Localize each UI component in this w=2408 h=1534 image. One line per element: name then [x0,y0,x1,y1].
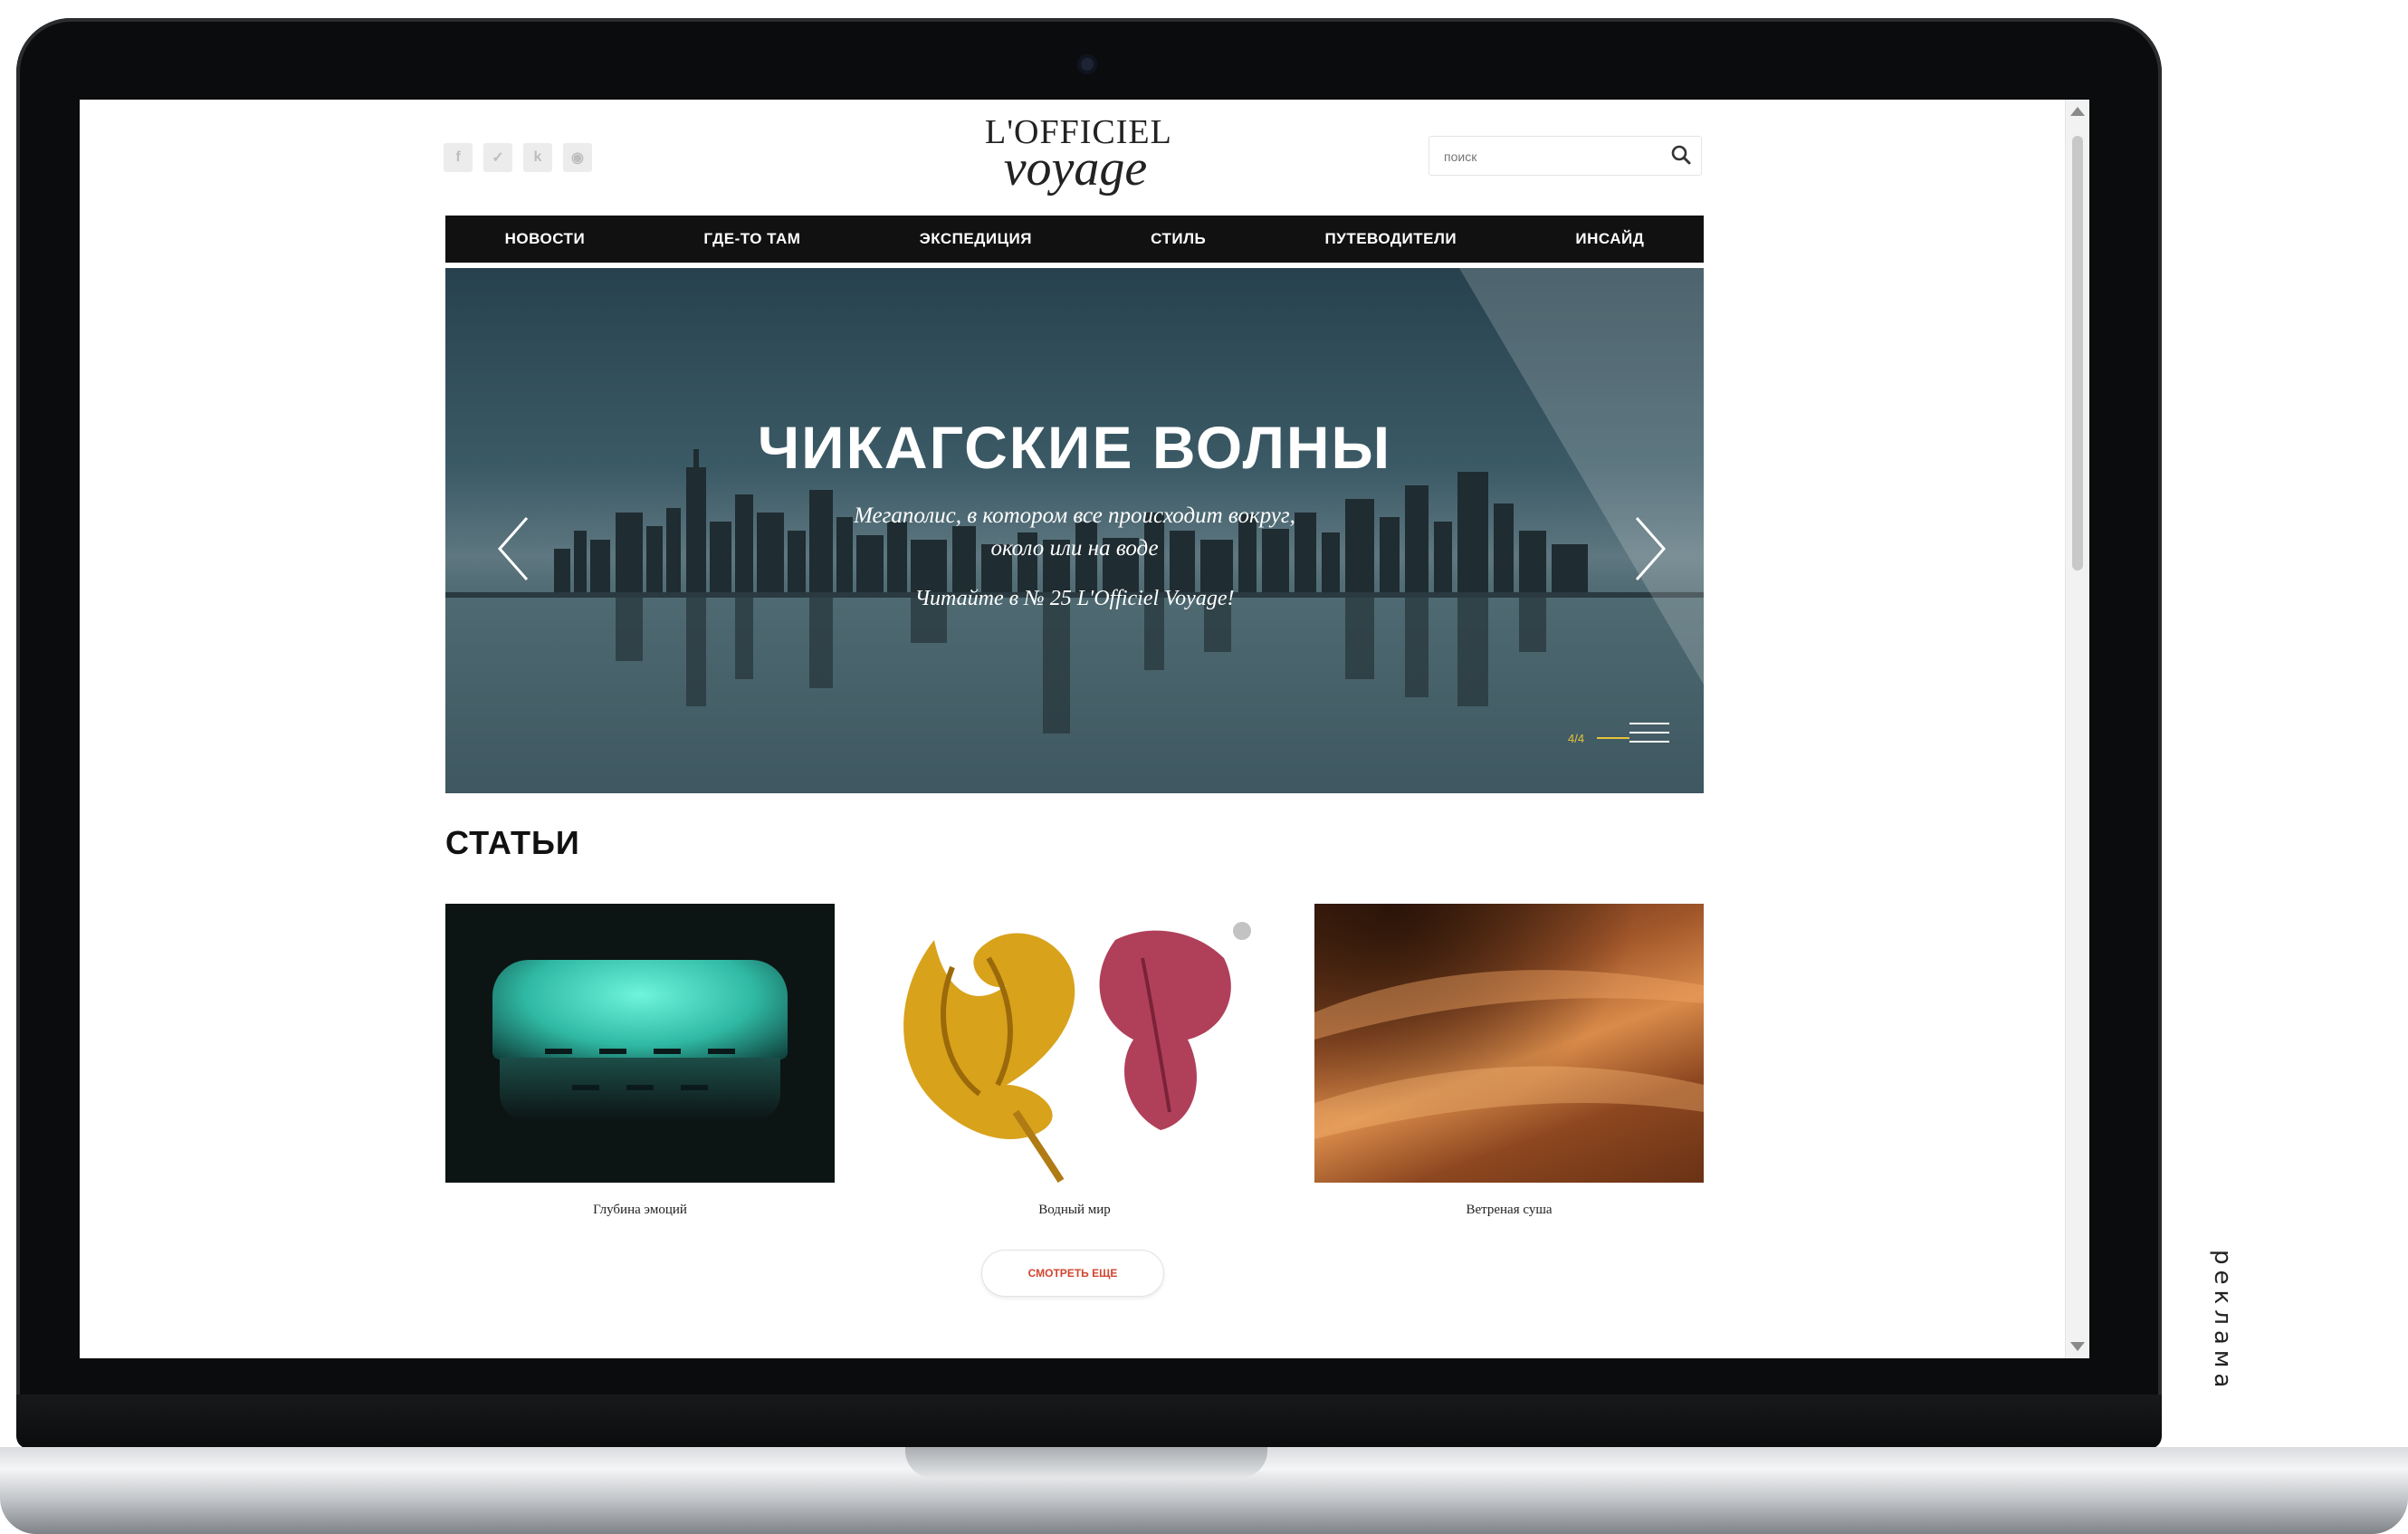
site-logo[interactable]: L'OFFICIEL voyage [985,112,1171,203]
laptop-notch [905,1447,1267,1478]
browser-screen: f ✓ k ◉ L'OFFICIEL voyage НОВОСТИ ГДЕ-ТО… [80,100,2089,1358]
ad-label: реклама [2209,1250,2236,1394]
hero-slider[interactable]: ЧИКАГСКИЕ ВОЛНЫ Мегаполис, в котором все… [445,268,1704,793]
article-card[interactable]: Водный мир [880,904,1269,1218]
nav-item-expedition[interactable]: ЭКСПЕДИЦИЯ [920,230,1032,248]
facebook-icon[interactable]: f [444,143,473,172]
instagram-icon[interactable]: ◉ [563,143,592,172]
odnoklassniki-icon[interactable]: k [523,143,552,172]
search-input[interactable] [1442,142,1654,171]
articles-title: СТАТЬИ [445,824,580,861]
main-nav: НОВОСТИ ГДЕ-ТО ТАМ ЭКСПЕДИЦИЯ СТИЛЬ ПУТЕ… [445,216,1704,268]
article-image-seaweed[interactable] [880,904,1269,1183]
scroll-up-icon[interactable] [2070,107,2085,116]
nav-item-news[interactable]: НОВОСТИ [505,230,586,248]
slide-counter: 4/4 [1568,732,1585,745]
search-box [1429,136,1702,176]
social-icons: f ✓ k ◉ [444,143,592,172]
chevron-right-icon[interactable] [1628,513,1673,585]
nav-item-inside[interactable]: ИНСАЙД [1575,230,1644,248]
menu-icon[interactable] [1629,723,1669,750]
nav-item-guides[interactable]: ПУТЕВОДИТЕЛИ [1325,230,1457,248]
show-more-button[interactable]: СМОТРЕТЬ ЕЩЕ [981,1250,1164,1297]
hero-subtitle: Мегаполис, в котором все происходит вокр… [854,503,1295,561]
article-image-dune[interactable] [1314,904,1704,1183]
hero-title[interactable]: ЧИКАГСКИЕ ВОЛНЫ [445,413,1704,482]
nav-item-somewhere[interactable]: ГДЕ-ТО ТАМ [703,230,800,248]
vk-icon[interactable]: ✓ [483,143,512,172]
laptop-chin [16,1395,2162,1449]
scroll-down-icon[interactable] [2070,1342,2085,1351]
scroll-thumb[interactable] [2072,136,2083,570]
slide-progress [1597,737,1629,739]
nav-item-style[interactable]: СТИЛЬ [1151,230,1206,248]
article-image-deep[interactable] [445,904,835,1183]
camera [1077,54,1097,74]
search-icon[interactable] [1668,142,1694,168]
article-card[interactable]: Ветреная суша [1314,904,1704,1218]
article-caption[interactable]: Водный мир [880,1203,1269,1218]
article-card[interactable]: Глубина эмоций [445,904,835,1218]
hero-read-more[interactable]: Читайте в № 25 L'Officiel Voyage! [445,587,1704,611]
article-caption[interactable]: Глубина эмоций [445,1203,835,1218]
chevron-left-icon[interactable] [491,513,536,585]
article-caption[interactable]: Ветреная суша [1314,1203,1704,1218]
scrollbar[interactable] [2065,100,2089,1358]
logo-line2: voyage [1003,140,1148,197]
